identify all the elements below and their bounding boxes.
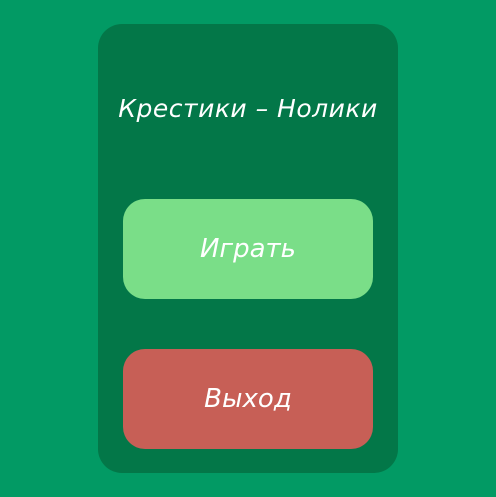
game-title: Крестики – Нолики [118, 94, 378, 123]
exit-button-label: Выход [204, 384, 292, 414]
play-button[interactable]: Играть [123, 199, 373, 299]
exit-button[interactable]: Выход [123, 349, 373, 449]
play-button-label: Играть [199, 234, 296, 264]
main-menu-panel: Крестики – Нолики Играть Выход [98, 24, 398, 473]
